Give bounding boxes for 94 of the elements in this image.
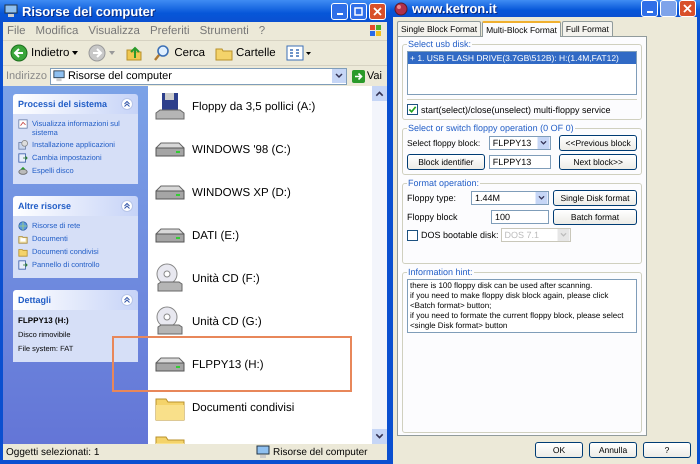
drive-item[interactable]: Unità CD (F:) xyxy=(154,262,260,295)
window-title: Risorse del computer xyxy=(22,4,156,18)
close-button[interactable] xyxy=(679,0,696,17)
scroll-up-icon xyxy=(372,86,387,101)
field-label: Floppy type: xyxy=(407,193,458,203)
detail-text: FLPPY13 (H:) xyxy=(18,315,70,326)
address-field[interactable]: Risorse del computer xyxy=(50,68,347,84)
maximize-button[interactable] xyxy=(350,2,367,20)
tab[interactable]: Single Block Format xyxy=(397,21,482,36)
control-panel-icon xyxy=(18,260,28,270)
panel-header[interactable]: Processi del sistema xyxy=(13,94,138,114)
folder-icon xyxy=(18,234,28,244)
cd-box-icon xyxy=(18,140,28,150)
single-disk-format-button[interactable]: Single Disk format xyxy=(553,190,637,206)
checkbox[interactable] xyxy=(407,104,418,115)
control-panel-icon xyxy=(18,153,28,163)
drive-item[interactable]: Documenti condivisi xyxy=(154,391,294,424)
field-label: Floppy block xyxy=(407,212,459,222)
computer-icon xyxy=(4,4,18,18)
group-label: Select or switch floppy operation (0 OF 0) xyxy=(407,123,575,133)
dialog-button[interactable]: ? xyxy=(643,442,691,458)
menu-item[interactable]: Preferiti xyxy=(150,25,190,37)
scrollbar[interactable] xyxy=(372,86,387,444)
tab[interactable]: Full Format xyxy=(562,21,613,36)
drive-item[interactable]: Unità CD (G:) xyxy=(154,305,262,338)
drive-item[interactable]: DATI (E:) xyxy=(154,219,240,252)
next-block-button[interactable]: Next block>> xyxy=(559,154,637,170)
folders-button[interactable]: Cartelle xyxy=(212,43,279,63)
block-identifier-button[interactable]: Block identifier xyxy=(407,154,485,170)
status-text: Oggetti selezionati: 1 xyxy=(5,446,100,458)
folder-up-icon xyxy=(125,44,144,62)
status-location: Risorse del computer xyxy=(256,445,368,459)
network-icon xyxy=(18,221,28,231)
address-label: Indirizzo xyxy=(6,70,47,82)
search-button[interactable]: Cerca xyxy=(150,43,208,63)
floppy-drive-icon xyxy=(154,90,186,122)
drive-item[interactable]: WINDOWS '98 (C:) xyxy=(154,133,291,166)
search-icon xyxy=(153,44,172,62)
checkbox-label: start(select)/close(unselect) multi-floppy service xyxy=(421,104,611,114)
folder-icon xyxy=(18,247,28,257)
minimize-button[interactable] xyxy=(331,2,348,20)
menu-item[interactable]: ? xyxy=(258,25,266,37)
back-button[interactable]: Indietro xyxy=(7,43,82,63)
computer-icon xyxy=(256,445,270,459)
maximize-button[interactable] xyxy=(660,0,677,17)
dialog-button[interactable]: Annulla xyxy=(589,442,637,458)
menu-item[interactable]: Strumenti xyxy=(200,25,249,37)
batch-format-button[interactable]: Batch format xyxy=(553,209,637,225)
tab[interactable]: Multi-Block Format xyxy=(482,21,561,37)
list-row[interactable]: + 1. USB FLASH DRIVE(3.7GB\512B): H:(1.4M,FAT12) xyxy=(408,52,636,64)
globe-icon xyxy=(394,2,408,16)
computer-icon xyxy=(52,70,65,82)
close-button[interactable] xyxy=(369,2,386,20)
group-label: Select usb disk: xyxy=(407,39,472,49)
collapse-icon[interactable] xyxy=(121,294,133,306)
group-label: Format operation: xyxy=(407,178,480,188)
previous-block-button[interactable]: <<Previous block xyxy=(559,135,637,151)
disk-list[interactable]: + 1. USB FLASH DRIVE(3.7GB\512B): H:(1.4M,FAT12) xyxy=(407,51,637,95)
minimize-icon xyxy=(646,10,652,12)
floppy-type-dropdown[interactable]: 1.44M xyxy=(471,191,549,205)
caret-icon xyxy=(72,51,78,55)
field-label: Select floppy block: xyxy=(407,138,482,148)
go-arrow-icon xyxy=(352,70,365,82)
floppy-block-field[interactable]: 100 xyxy=(491,210,549,224)
collapse-icon[interactable] xyxy=(121,200,133,212)
close-icon xyxy=(373,6,382,16)
maximize-icon xyxy=(354,6,363,16)
minimize-button[interactable] xyxy=(641,0,658,17)
drive-icon xyxy=(18,166,28,176)
panel-header[interactable]: Altre risorse xyxy=(13,196,138,216)
caret-icon xyxy=(109,51,116,55)
checkbox-label: DOS bootable disk: xyxy=(421,230,499,240)
drive-item[interactable]: WINDOWS XP (D:) xyxy=(154,176,291,209)
drive-item[interactable]: Floppy da 3,5 pollici (A:) xyxy=(154,90,316,123)
go-button[interactable]: Vai xyxy=(350,70,384,82)
minimize-icon xyxy=(336,13,342,15)
panel-header[interactable]: Dettagli xyxy=(13,290,138,310)
dialog-button[interactable]: OK xyxy=(535,442,583,458)
drive-item[interactable]: FLPPY13 (H:) xyxy=(154,348,264,381)
menu-item[interactable]: Visualizza xyxy=(88,25,140,37)
window-title: www.ketron.it xyxy=(412,1,498,16)
identifier-field[interactable]: FLPPY13 xyxy=(488,155,551,169)
menu-item[interactable]: Modifica xyxy=(36,25,78,37)
menu-item[interactable]: File xyxy=(7,25,26,37)
view-grid-icon xyxy=(286,44,312,62)
document-icon xyxy=(18,119,28,129)
windows-flag-icon xyxy=(369,24,383,38)
close-icon xyxy=(683,4,692,13)
collapse-icon[interactable] xyxy=(121,98,133,110)
hint-text: there is 100 floppy disk can be used after scanning. if you need to make floppy disk block again, please click <Batch format> button; if you need to formate the current floppy block, please select <single Disk format> button xyxy=(407,279,637,333)
group-label: Information hint: xyxy=(407,267,474,277)
block-dropdown[interactable]: FLPPY13 xyxy=(488,136,551,150)
scroll-down-icon xyxy=(372,429,387,444)
folder-icon xyxy=(154,436,186,444)
